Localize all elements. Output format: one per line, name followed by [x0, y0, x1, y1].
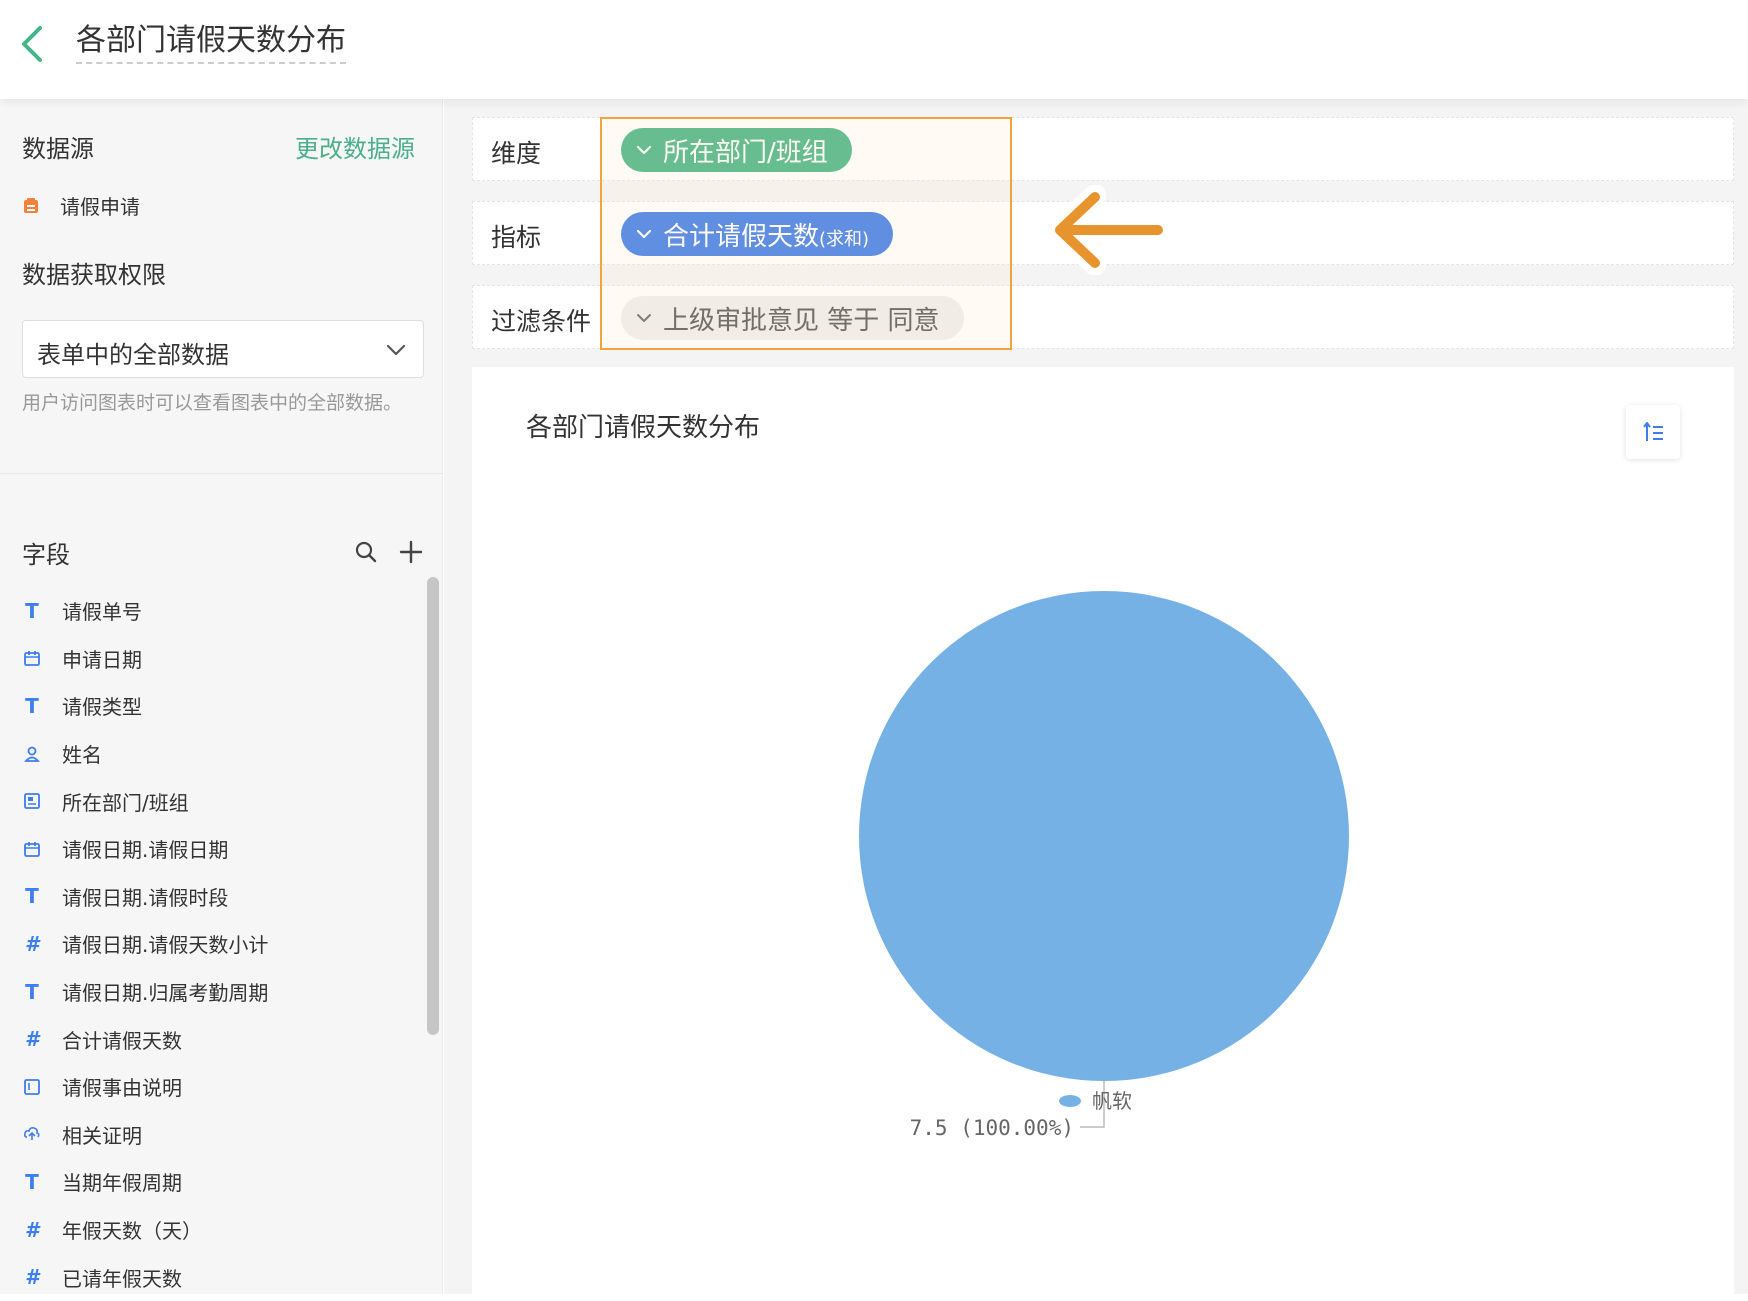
field-label: 年假天数（天）	[62, 1219, 202, 1244]
field-label: 合计请假天数	[62, 1028, 182, 1053]
field-label: 请假日期.请假时段	[62, 885, 229, 910]
field-item[interactable]: T 当期年假周期	[22, 1158, 402, 1206]
pie-slice[interactable]	[859, 591, 1349, 1081]
person-icon	[22, 744, 42, 764]
field-label: 请假类型	[62, 695, 142, 720]
number-icon: #	[25, 1217, 39, 1242]
field-item[interactable]: T 请假单号	[22, 587, 402, 635]
pie-data-label: 7.5 (100.00%)	[910, 1116, 1074, 1140]
chevron-down-icon	[386, 344, 406, 356]
field-label: 申请日期	[62, 647, 142, 672]
field-label: 当期年假周期	[62, 1171, 182, 1196]
field-item[interactable]: 相关证明	[22, 1111, 402, 1159]
number-icon: #	[25, 931, 39, 956]
text-icon: T	[25, 884, 39, 909]
permission-title: 数据获取权限	[22, 261, 166, 289]
field-item[interactable]: # 请假日期.请假天数小计	[22, 920, 402, 968]
calendar-icon	[22, 648, 42, 668]
data-source-item[interactable]: 请假申请	[22, 191, 140, 220]
metric-aggregation: (求和)	[819, 228, 870, 250]
field-item[interactable]: 请假事由说明	[22, 1063, 402, 1111]
field-label: 请假日期.请假日期	[62, 838, 229, 863]
field-label: 请假单号	[62, 600, 142, 625]
field-item[interactable]: T 请假日期.归属考勤周期	[22, 968, 402, 1016]
field-label: 已请年假天数	[62, 1266, 182, 1291]
chevron-down-icon	[636, 145, 652, 155]
legend-label[interactable]: 帆软	[1092, 1089, 1132, 1113]
field-list: T 请假单号申请日期 T 请假类型姓名所在部门/班组请假日期.请假日期 T 请假日期.请假…	[22, 587, 402, 1301]
search-icon[interactable]	[353, 539, 379, 565]
text-icon: T	[25, 693, 39, 718]
field-label: 请假事由说明	[62, 1076, 182, 1101]
field-item[interactable]: 姓名	[22, 730, 402, 778]
department-icon	[22, 791, 42, 811]
number-icon: #	[25, 1265, 39, 1290]
filter-row: 过滤条件 上级审批意见 等于 同意	[472, 285, 1734, 349]
change-data-source-link[interactable]: 更改数据源	[295, 129, 415, 164]
chart-card: 各部门请假天数分布 7.5 (100.00%) 帆软	[472, 367, 1734, 1294]
filter-label: 过滤条件	[491, 307, 592, 336]
back-arrow-icon[interactable]	[14, 22, 54, 66]
permission-hint: 用户访问图表时可以查看图表中的全部数据。	[22, 392, 403, 414]
fields-title: 字段	[22, 541, 70, 569]
filter-pill[interactable]: 上级审批意见 等于 同意	[621, 296, 964, 340]
field-label: 相关证明	[62, 1123, 142, 1148]
field-label: 所在部门/班组	[62, 790, 189, 815]
field-item[interactable]: T 请假类型	[22, 682, 402, 730]
dimension-value: 所在部门/班组	[663, 137, 828, 168]
textarea-icon	[22, 1077, 42, 1097]
metric-label: 指标	[491, 223, 542, 252]
field-item[interactable]: # 年假天数（天）	[22, 1206, 402, 1254]
field-item[interactable]: 请假日期.请假日期	[22, 825, 402, 873]
field-label: 姓名	[62, 743, 102, 768]
dimension-label: 维度	[491, 139, 542, 168]
add-field-icon[interactable]	[398, 539, 424, 565]
pointer-arrow-icon	[1047, 185, 1170, 275]
number-icon: #	[25, 1027, 39, 1052]
divider	[0, 473, 443, 474]
field-item[interactable]: T 请假日期.请假时段	[22, 873, 402, 921]
top-bar: 各部门请假天数分布	[0, 0, 1748, 99]
field-label: 请假日期.请假天数小计	[62, 933, 269, 958]
left-panel: 数据源 更改数据源 请假申请 数据获取权限 表单中的全部数据 用户访问图表时可以…	[0, 99, 443, 1294]
chevron-down-icon	[636, 229, 652, 239]
chevron-down-icon	[637, 314, 651, 322]
legend-marker[interactable]	[1059, 1095, 1081, 1107]
metric-value: 合计请假天数	[663, 221, 820, 252]
data-source-name: 请假申请	[60, 195, 140, 219]
text-icon: T	[25, 598, 39, 623]
pie-chart: 7.5 (100.00%) 帆软	[859, 591, 1349, 1140]
field-item[interactable]: 所在部门/班组	[22, 777, 402, 825]
field-label: 请假日期.归属考勤周期	[62, 981, 269, 1006]
field-item[interactable]: # 合计请假天数	[22, 1015, 402, 1063]
filter-value: 上级审批意见 等于 同意	[663, 305, 940, 336]
field-item[interactable]: 申请日期	[22, 635, 402, 683]
page-title[interactable]: 各部门请假天数分布	[76, 22, 346, 64]
text-icon: T	[25, 1169, 39, 1194]
form-icon	[24, 197, 38, 213]
dimension-row: 维度 所在部门/班组	[472, 117, 1734, 181]
upload-icon	[22, 1124, 42, 1144]
text-icon: T	[25, 979, 39, 1004]
dimension-pill[interactable]: 所在部门/班组	[621, 128, 852, 172]
metric-pill[interactable]: 合计请假天数(求和)	[621, 212, 894, 256]
field-list-scrollbar[interactable]	[427, 577, 439, 1035]
calendar-icon	[22, 839, 42, 859]
data-source-title: 数据源	[22, 135, 94, 163]
permission-select[interactable]: 表单中的全部数据	[22, 320, 424, 378]
permission-select-value: 表单中的全部数据	[37, 341, 229, 369]
